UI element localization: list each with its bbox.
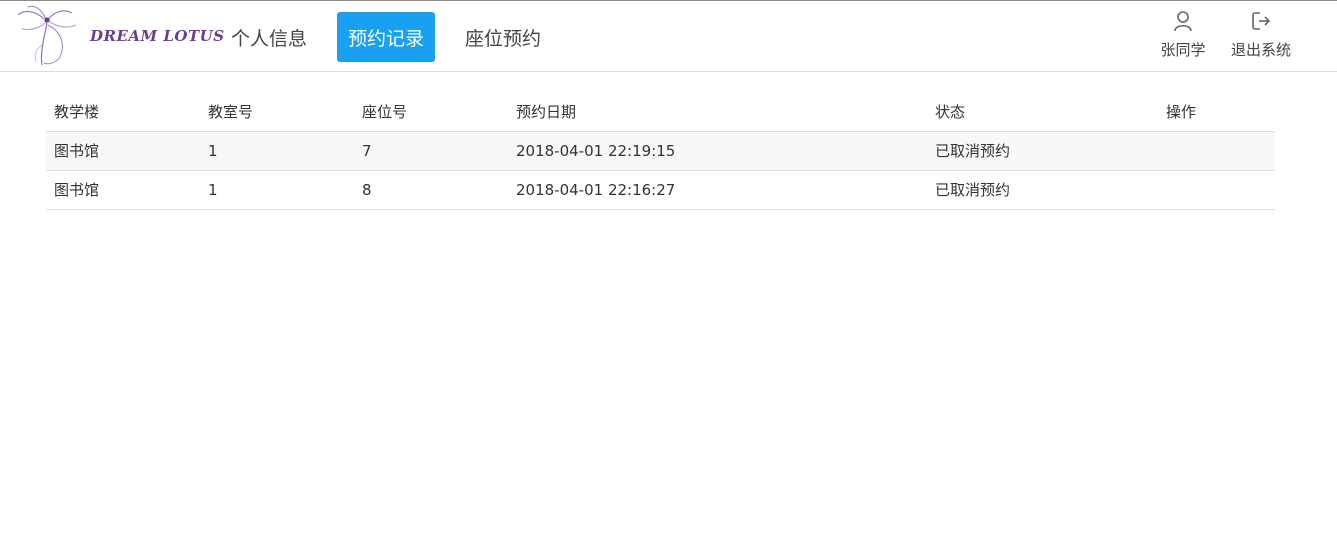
- column-header-classroom: 教室号: [200, 92, 354, 132]
- cell-action: [1158, 170, 1275, 210]
- nav-item-seat-reservation[interactable]: 座位预约: [454, 12, 552, 62]
- reservation-records-table: 教学楼 教室号 座位号 预约日期 状态 操作 图书馆 1 7 2018-04-0…: [46, 92, 1275, 210]
- column-header-building: 教学楼: [46, 92, 200, 132]
- nav-item-reservation-records[interactable]: 预约记录: [337, 12, 436, 62]
- table-header-row: 教学楼 教室号 座位号 预约日期 状态 操作: [46, 92, 1275, 132]
- column-header-seat: 座位号: [354, 92, 508, 132]
- logout-button[interactable]: 退出系统: [1225, 9, 1297, 65]
- cell-building: 图书馆: [46, 131, 200, 171]
- cell-classroom: 1: [200, 170, 354, 210]
- cell-status: 已取消预约: [927, 170, 1158, 210]
- table-row: 图书馆 1 7 2018-04-01 22:19:15 已取消预约: [46, 131, 1275, 171]
- cell-seat: 8: [354, 170, 508, 210]
- cell-seat: 7: [354, 131, 508, 171]
- cell-date: 2018-04-01 22:19:15: [508, 131, 927, 171]
- cell-date: 2018-04-01 22:16:27: [508, 170, 927, 210]
- cell-classroom: 1: [200, 131, 354, 171]
- dream-lotus-logo[interactable]: DREAM LOTUS: [14, 5, 224, 69]
- lotus-logo-icon: [17, 5, 77, 66]
- top-navbar: DREAM LOTUS 个人信息 预约记录 座位预约 张同学 退出系统: [0, 0, 1337, 72]
- column-header-status: 状态: [927, 92, 1158, 132]
- cell-building: 图书馆: [46, 170, 200, 210]
- nav-item-personal-info[interactable]: 个人信息: [220, 12, 318, 62]
- user-icon: [1174, 11, 1192, 32]
- cell-action: [1158, 131, 1275, 171]
- user-name: 张同学: [1160, 41, 1206, 59]
- logout-label: 退出系统: [1230, 41, 1291, 59]
- main-nav: 个人信息 预约记录 座位预约: [220, 12, 571, 62]
- logout-icon: [1252, 12, 1271, 30]
- table-row: 图书馆 1 8 2018-04-01 22:16:27 已取消预约: [46, 170, 1275, 210]
- column-header-date: 预约日期: [508, 92, 927, 132]
- column-header-action: 操作: [1158, 92, 1275, 132]
- cell-status: 已取消预约: [927, 131, 1158, 171]
- user-profile-button[interactable]: 张同学: [1158, 9, 1208, 65]
- logo-text: DREAM LOTUS: [90, 27, 225, 45]
